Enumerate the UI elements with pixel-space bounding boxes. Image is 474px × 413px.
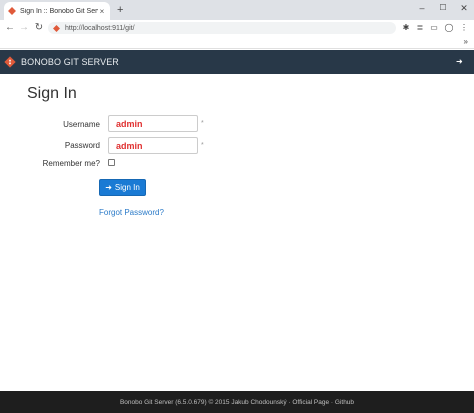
remember-me-checkbox[interactable] — [108, 159, 115, 166]
browser-toolbar: ← → ↻ http://localhost:911/git/ ✱ ≣ ▭ ◯ … — [0, 20, 474, 36]
window-minimize-button[interactable]: – — [412, 2, 432, 14]
signin-icon: ➜ — [456, 57, 463, 66]
bookmarks-more-button[interactable]: » — [464, 37, 468, 46]
address-url: http://localhost:911/git/ — [65, 24, 135, 32]
footer-text: Bonobo Git Server (6.5.0.679) © 2015 Jak… — [119, 398, 355, 406]
menu-icon[interactable]: ⋮ — [458, 21, 470, 35]
navbar-signin-link[interactable]: ➜ — [456, 57, 463, 67]
bookmark-bar: » — [0, 36, 474, 49]
browser-tab-bar: Sign In :: Bonobo Git Server × + – ☐ ✕ — [0, 0, 474, 20]
tab-title: Sign In :: Bonobo Git Server — [20, 7, 98, 15]
extensions-icon[interactable]: ✱ — [400, 21, 412, 35]
username-input[interactable]: admin — [108, 115, 198, 132]
bonobo-favicon-icon — [8, 7, 16, 15]
forgot-password-link[interactable]: Forgot Password? — [99, 208, 164, 218]
site-footer: Bonobo Git Server (6.5.0.679) © 2015 Jak… — [0, 391, 474, 413]
bonobo-logo-icon[interactable] — [4, 56, 16, 68]
username-required-mark: * — [201, 120, 204, 127]
window-close-button[interactable]: ✕ — [454, 2, 474, 14]
profile-icon[interactable]: ◯ — [443, 21, 455, 35]
site-info-icon[interactable] — [53, 24, 60, 32]
tab-search-icon[interactable]: ▭ — [428, 21, 440, 35]
password-required-mark: * — [201, 142, 204, 149]
remember-me-label: Remember me? — [42, 159, 100, 168]
signin-button-label: Sign In — [114, 183, 140, 192]
reading-list-icon[interactable]: ≣ — [414, 21, 426, 35]
username-label: Username — [63, 120, 100, 129]
browser-tab[interactable]: Sign In :: Bonobo Git Server × — [4, 2, 110, 20]
site-navbar: BONOBO GIT SERVER ➜ — [0, 50, 474, 74]
signin-button[interactable]: ➜ Sign In — [99, 179, 146, 196]
new-tab-button[interactable]: + — [117, 4, 123, 16]
password-label: Password — [64, 141, 100, 150]
signin-icon: ➜ — [105, 183, 112, 192]
reload-button[interactable]: ↻ — [33, 21, 45, 35]
page-title: Sign In — [27, 85, 77, 102]
back-button[interactable]: ← — [4, 21, 16, 35]
brand-title[interactable]: BONOBO GIT SERVER — [21, 56, 119, 68]
window-maximize-button[interactable]: ☐ — [433, 2, 453, 14]
tab-close-icon[interactable]: × — [98, 7, 106, 16]
password-input[interactable]: admin — [108, 137, 198, 154]
address-bar[interactable]: http://localhost:911/git/ — [48, 22, 396, 34]
forward-button[interactable]: → — [18, 21, 30, 35]
